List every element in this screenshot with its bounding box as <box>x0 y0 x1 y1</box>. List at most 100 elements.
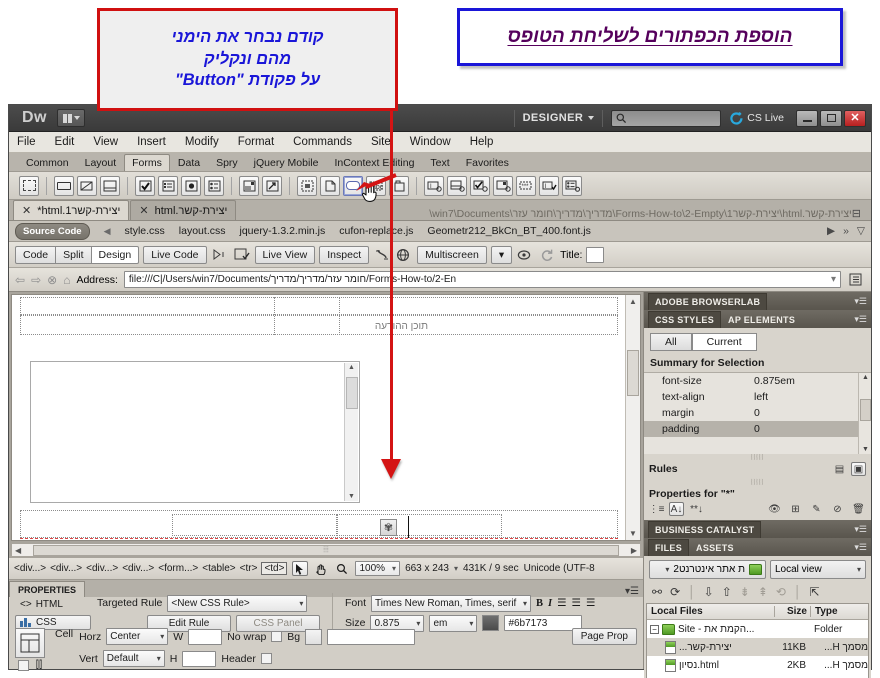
tree-collapse-icon[interactable]: − <box>650 624 659 634</box>
related-files-more-icon[interactable]: » <box>843 225 849 237</box>
edit-rule-icon[interactable]: ✎ <box>809 502 824 516</box>
scrollbar-thumb[interactable] <box>346 377 358 409</box>
view-split-button[interactable]: Split <box>56 245 92 264</box>
panel-menu-icon[interactable]: ▾☰ <box>625 586 643 597</box>
css-mode-current-button[interactable]: Current <box>691 333 757 351</box>
document-tab-active[interactable]: יצירת-קשר1.html* ✕ <box>13 200 130 220</box>
expand-files-icon[interactable]: ⇱ <box>809 585 819 599</box>
spry-text-field-icon[interactable]: I <box>424 175 444 196</box>
spry-select-icon[interactable] <box>493 175 513 196</box>
related-file-cufon[interactable]: cufon-replace.js <box>339 225 413 237</box>
menu-item-help[interactable]: Help <box>470 136 494 148</box>
panel-resize-handle[interactable]: ⦚⦚⦚⦚⦚ <box>644 453 871 462</box>
insert-tab-data[interactable]: Data <box>170 154 208 171</box>
related-file-font[interactable]: Geometr212_BkCn_BT_400.font.js <box>427 225 590 237</box>
spry-password-icon[interactable]: *** <box>516 175 536 196</box>
scroll-up-icon[interactable]: ▲ <box>629 297 637 306</box>
text-color-swatch[interactable] <box>482 615 500 631</box>
tag-form[interactable]: <form...> <box>158 563 198 574</box>
scrollbar-thumb[interactable] <box>860 399 871 421</box>
bold-button[interactable]: B <box>536 598 543 609</box>
menu-item-insert[interactable]: Insert <box>137 136 166 148</box>
preview-browser-icon[interactable] <box>395 246 413 264</box>
related-file-style-css[interactable]: style.css <box>125 225 165 237</box>
css-summary-row-selected[interactable]: padding 0 <box>644 421 871 437</box>
put-files-icon[interactable]: ⇧ <box>722 585 732 599</box>
css-summary-scrollbar[interactable]: ▲ ▼ <box>858 373 871 454</box>
column-size[interactable]: Size <box>774 606 810 617</box>
insert-tab-text[interactable]: Text <box>422 154 457 171</box>
refresh-icon[interactable]: ⟳ <box>670 585 680 599</box>
minimize-button[interactable] <box>796 109 818 127</box>
attach-style-sheet-icon[interactable]: 👁 <box>767 502 782 516</box>
bg-color-input[interactable] <box>327 628 416 645</box>
home-icon[interactable]: ⌂ <box>63 273 70 287</box>
document-tab-secondary[interactable]: יצירת-קשר.html ✕ <box>130 200 237 220</box>
validate-markup-icon[interactable] <box>233 246 251 264</box>
merge-cells-icon[interactable] <box>17 660 29 671</box>
tag-div-1[interactable]: <div...> <box>14 563 46 574</box>
canvas-vertical-scrollbar[interactable]: ▲ ▼ <box>625 295 640 540</box>
insert-tab-incontext[interactable]: InContext Editing <box>326 154 422 171</box>
connect-to-remote-icon[interactable]: ⚯ <box>652 585 662 599</box>
text-field-icon[interactable] <box>54 175 74 196</box>
workspace-switcher[interactable]: DESIGNER <box>523 112 595 124</box>
hidden-field-icon[interactable] <box>77 175 97 196</box>
menu-item-window[interactable]: Window <box>410 136 451 148</box>
help-search-input[interactable] <box>611 109 722 127</box>
italic-button[interactable]: I <box>548 598 552 609</box>
insert-tab-forms[interactable]: Forms <box>124 154 170 171</box>
page-properties-button[interactable]: Page Prop <box>571 628 637 645</box>
browserlab-title[interactable]: ADOBE BROWSERLAB <box>648 292 768 310</box>
scroll-down-icon[interactable]: ▼ <box>629 529 637 538</box>
get-files-icon[interactable]: ⇩ <box>704 585 714 599</box>
panel-menu-icon[interactable]: ▾☰ <box>854 524 867 535</box>
spry-confirm-icon[interactable]: I <box>539 175 559 196</box>
view-options-icon[interactable] <box>373 246 391 264</box>
forward-icon[interactable]: ⇨ <box>31 273 41 287</box>
site-select[interactable]: ת אתר אינטרנט2 ▾ <box>649 560 766 579</box>
show-info-icon[interactable]: ▣ <box>851 462 866 476</box>
select-tool-icon[interactable] <box>292 561 309 576</box>
vert-align-select[interactable]: Default ▾ <box>102 650 165 667</box>
align-center-icon[interactable]: ☰ <box>572 597 581 609</box>
font-size-unit-select[interactable]: em ▾ <box>429 614 478 632</box>
radio-button-icon[interactable] <box>181 175 201 196</box>
css-summary-row[interactable]: margin 0 <box>644 405 871 421</box>
spry-textarea-icon[interactable] <box>447 175 467 196</box>
multiscreen-button[interactable]: Multiscreen <box>417 245 487 264</box>
cell-width-input[interactable] <box>188 628 223 645</box>
form-element-marker-icon[interactable]: ✾ <box>380 519 397 536</box>
related-file-layout-css[interactable]: layout.css <box>179 225 226 237</box>
css-styles-tab[interactable]: CSS STYLES <box>648 310 722 328</box>
horz-align-select[interactable]: Center ▾ <box>106 628 169 645</box>
panel-menu-icon[interactable]: ▾☰ <box>854 314 867 325</box>
check-browser-icon[interactable] <box>211 246 229 264</box>
properties-html-button[interactable]: <> HTML <box>15 597 91 612</box>
column-local-files[interactable]: Local Files <box>647 606 774 617</box>
text-color-input[interactable]: #6b7173 <box>504 615 583 631</box>
refresh-icon[interactable] <box>538 246 556 264</box>
stop-icon[interactable]: ⊗ <box>47 273 57 287</box>
file-field-icon[interactable] <box>320 175 340 196</box>
inspect-button[interactable]: Inspect <box>319 245 370 264</box>
close-button[interactable]: ✕ <box>844 109 866 127</box>
hand-tool-icon[interactable] <box>313 561 329 576</box>
view-code-button[interactable]: Code <box>15 245 57 264</box>
page-title-input[interactable] <box>586 246 605 263</box>
panel-menu-icon[interactable]: ▾☰ <box>854 542 867 553</box>
business-catalyst-title[interactable]: BUSINESS CATALYST <box>648 520 762 538</box>
canvas-horizontal-scrollbar[interactable]: ◀ ⦙⦙⦙ ▶ <box>11 543 641 557</box>
new-css-rule-icon[interactable]: ⊞ <box>788 502 803 516</box>
files-table-row[interactable]: נסיון.html 2KB מסמך H... <box>647 656 868 674</box>
checkbox-icon[interactable] <box>135 175 155 196</box>
bg-color-swatch[interactable] <box>305 628 323 645</box>
show-cascade-icon[interactable]: ▤ <box>832 462 847 476</box>
maximize-button[interactable] <box>820 109 842 127</box>
back-icon[interactable]: ⇦ <box>15 273 25 287</box>
design-canvas-surface[interactable]: תוכן ההודעה ▲ ▼ ✾ ▲ ▼ <box>12 295 640 540</box>
menu-item-site[interactable]: Site <box>371 136 391 148</box>
category-view-icon[interactable]: ⋮≡ <box>649 502 665 516</box>
menu-item-modify[interactable]: Modify <box>185 136 219 148</box>
textarea-scrollbar[interactable]: ▲ ▼ <box>344 363 358 501</box>
